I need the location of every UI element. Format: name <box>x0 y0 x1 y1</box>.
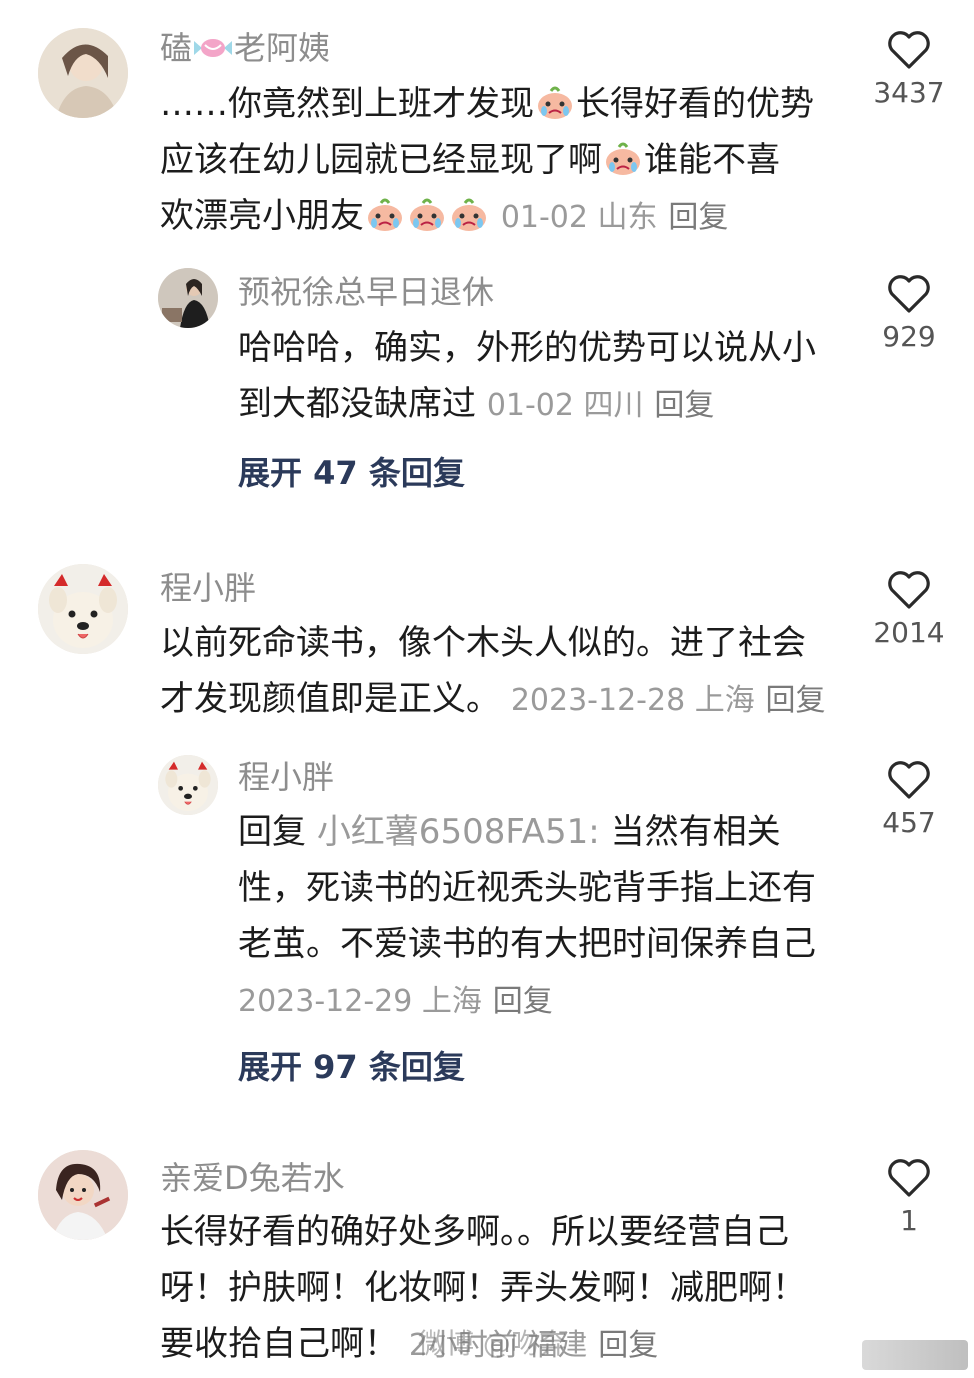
author-name-part: 磕 <box>160 29 193 67</box>
comment-text: ……你竟然到上班才发现 长得好看的优势 应该在幼儿园就已经显现了啊 谁能不喜 欢漂亮… <box>160 82 814 236</box>
crying-emoji-icon <box>365 194 405 231</box>
mention-link[interactable]: 小红薯6508FA51: <box>317 812 600 852</box>
like-count: 457 <box>882 806 936 839</box>
heart-outline-icon <box>888 275 930 313</box>
avatar-dog-icon <box>158 755 218 815</box>
avatar[interactable] <box>38 564 128 654</box>
avatar-woman-icon <box>38 28 128 118</box>
like-count: 3437 <box>873 76 945 109</box>
crying-emoji-icon <box>407 194 447 231</box>
weibo-watermark: 微博 @吻奔 <box>418 1327 567 1360</box>
like-count: 1 <box>900 1204 918 1237</box>
comment-author[interactable]: 程小胖 <box>160 568 256 608</box>
avatar[interactable] <box>158 268 218 328</box>
reply-button[interactable]: 回复 <box>493 984 553 1019</box>
avatar-dog-icon <box>38 564 128 654</box>
reply-button[interactable]: 回复 <box>766 683 826 718</box>
expand-replies-button[interactable]: 展开 47 条回复 <box>238 448 465 494</box>
like-button[interactable]: 457 <box>859 760 959 839</box>
like-button[interactable]: 3437 <box>859 30 959 109</box>
comment-author[interactable]: 亲爱D兔若水 <box>160 1158 345 1198</box>
like-count: 929 <box>882 320 936 353</box>
heart-outline-icon <box>888 31 930 69</box>
comment-author[interactable]: 预祝徐总早日退休 <box>238 272 494 312</box>
heart-outline-icon <box>888 761 930 799</box>
reply-button[interactable]: 回复 <box>668 200 728 235</box>
crying-emoji-icon <box>603 138 643 175</box>
like-count: 2014 <box>873 616 945 649</box>
author-name-part: 老阿姨 <box>234 29 331 67</box>
comment-meta: 01-02 山东 <box>500 200 658 235</box>
corner-watermark <box>862 1340 968 1370</box>
comment-text: 哈哈哈，确实，外形的优势可以说从小 到大都没缺席过 01-02 四川 回复 <box>238 328 816 424</box>
expand-replies-button[interactable]: 展开 97 条回复 <box>238 1042 465 1088</box>
reply-button[interactable]: 回复 <box>598 1328 658 1363</box>
comment-author[interactable]: 磕 老阿姨 <box>160 28 330 68</box>
crying-emoji-icon <box>449 194 489 231</box>
reply-button[interactable]: 回复 <box>654 388 714 423</box>
crying-emoji-icon <box>535 82 575 119</box>
comment-author[interactable]: 程小胖 <box>238 757 334 797</box>
comment-meta: 2023-12-28 上海 <box>510 683 755 718</box>
heart-outline-icon <box>888 571 930 609</box>
avatar[interactable] <box>158 755 218 815</box>
avatar-photo-icon <box>158 268 218 328</box>
like-button[interactable]: 1 <box>859 1158 959 1237</box>
avatar[interactable] <box>38 28 128 118</box>
candy-icon <box>192 32 234 62</box>
comment-text: 回复 小红薯6508FA51: 当然有相关 性，死读书的近视秃头驼背手指上还有 … <box>238 812 816 1019</box>
comment-text: 以前死命读书，像个木头人似的。进了社会 才发现颜值即是正义。 2023-12-2… <box>160 623 826 719</box>
avatar-woman-icon <box>38 1150 128 1240</box>
avatar[interactable] <box>38 1150 128 1240</box>
heart-outline-icon <box>888 1159 930 1197</box>
like-button[interactable]: 2014 <box>859 570 959 649</box>
comment-meta: 2023-12-29 上海 <box>238 984 482 1019</box>
comment-meta: 01-02 四川 <box>486 388 644 423</box>
like-button[interactable]: 929 <box>859 274 959 353</box>
